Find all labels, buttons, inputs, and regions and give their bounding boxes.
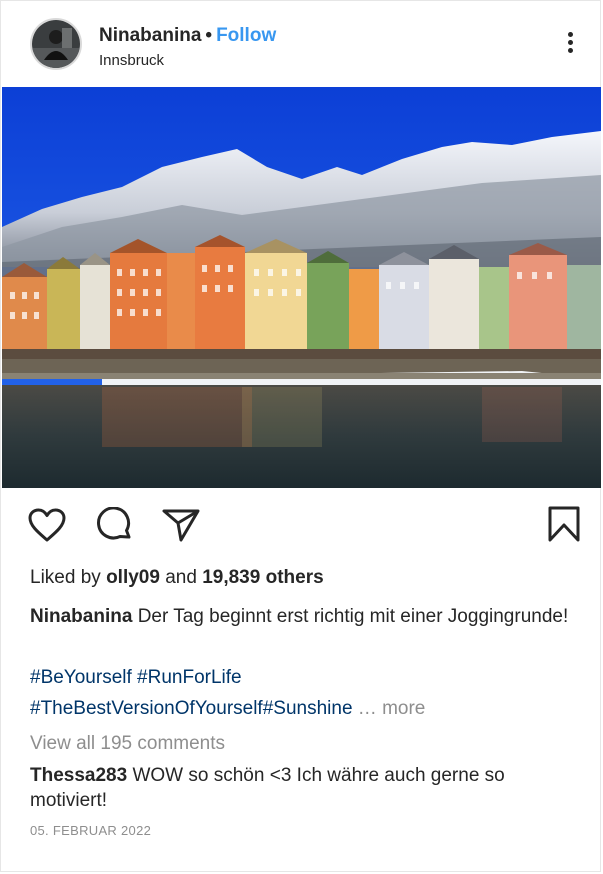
hashtag-link[interactable]: #BeYourself (30, 667, 132, 688)
bookmark-icon[interactable] (547, 505, 581, 548)
heart-icon[interactable] (27, 507, 67, 548)
likes-conj: and (165, 567, 197, 588)
hashtag-link[interactable]: #RunForLife (137, 667, 242, 688)
more-options-icon[interactable] (564, 32, 576, 56)
comment-username[interactable]: Thessa283 (30, 765, 127, 786)
username[interactable]: Ninabanina (99, 25, 201, 46)
hashtags-line-2: #TheBestVersionOfYourself#Sunshine … mor… (30, 698, 590, 720)
liker-username[interactable]: olly09 (106, 567, 160, 588)
caption-username[interactable]: Ninabanina (30, 606, 132, 627)
likes-summary: Liked by olly09 and 19,839 others (30, 567, 324, 589)
post-caption: Ninabanina Der Tag beginnt erst richtig … (30, 602, 570, 631)
likes-prefix: Liked by (30, 567, 101, 588)
avatar[interactable] (30, 18, 82, 70)
post-photo[interactable] (2, 87, 601, 488)
location-label[interactable]: Innsbruck (99, 52, 164, 69)
separator-dot: • (205, 25, 213, 46)
likes-others-link[interactable]: 19,839 others (202, 567, 323, 588)
hashtag-link[interactable]: #TheBestVersionOfYourself (30, 698, 263, 719)
view-all-comments-link[interactable]: View all 195 comments (30, 733, 225, 755)
post-header: Ninabanina • Follow Innsbruck (1, 1, 600, 87)
post-card: Ninabanina • Follow Innsbruck Liked by o… (0, 0, 601, 872)
paper-plane-icon[interactable] (161, 507, 201, 548)
caption-text: Der Tag beginnt erst richtig mit einer J… (137, 606, 569, 627)
comment-item: Thessa283 WOW so schön <3 Ich währe auch… (30, 763, 570, 813)
post-date[interactable]: 05. FEBRUAR 2022 (30, 823, 151, 838)
more-link[interactable]: … more (358, 698, 426, 719)
action-bar (1, 488, 600, 558)
comment-bubble-icon[interactable] (95, 506, 133, 548)
follow-button[interactable]: Follow (216, 25, 276, 46)
hashtag-link[interactable]: #Sunshine (263, 698, 353, 719)
hashtags-line-1: #BeYourself #RunForLife (30, 667, 590, 689)
